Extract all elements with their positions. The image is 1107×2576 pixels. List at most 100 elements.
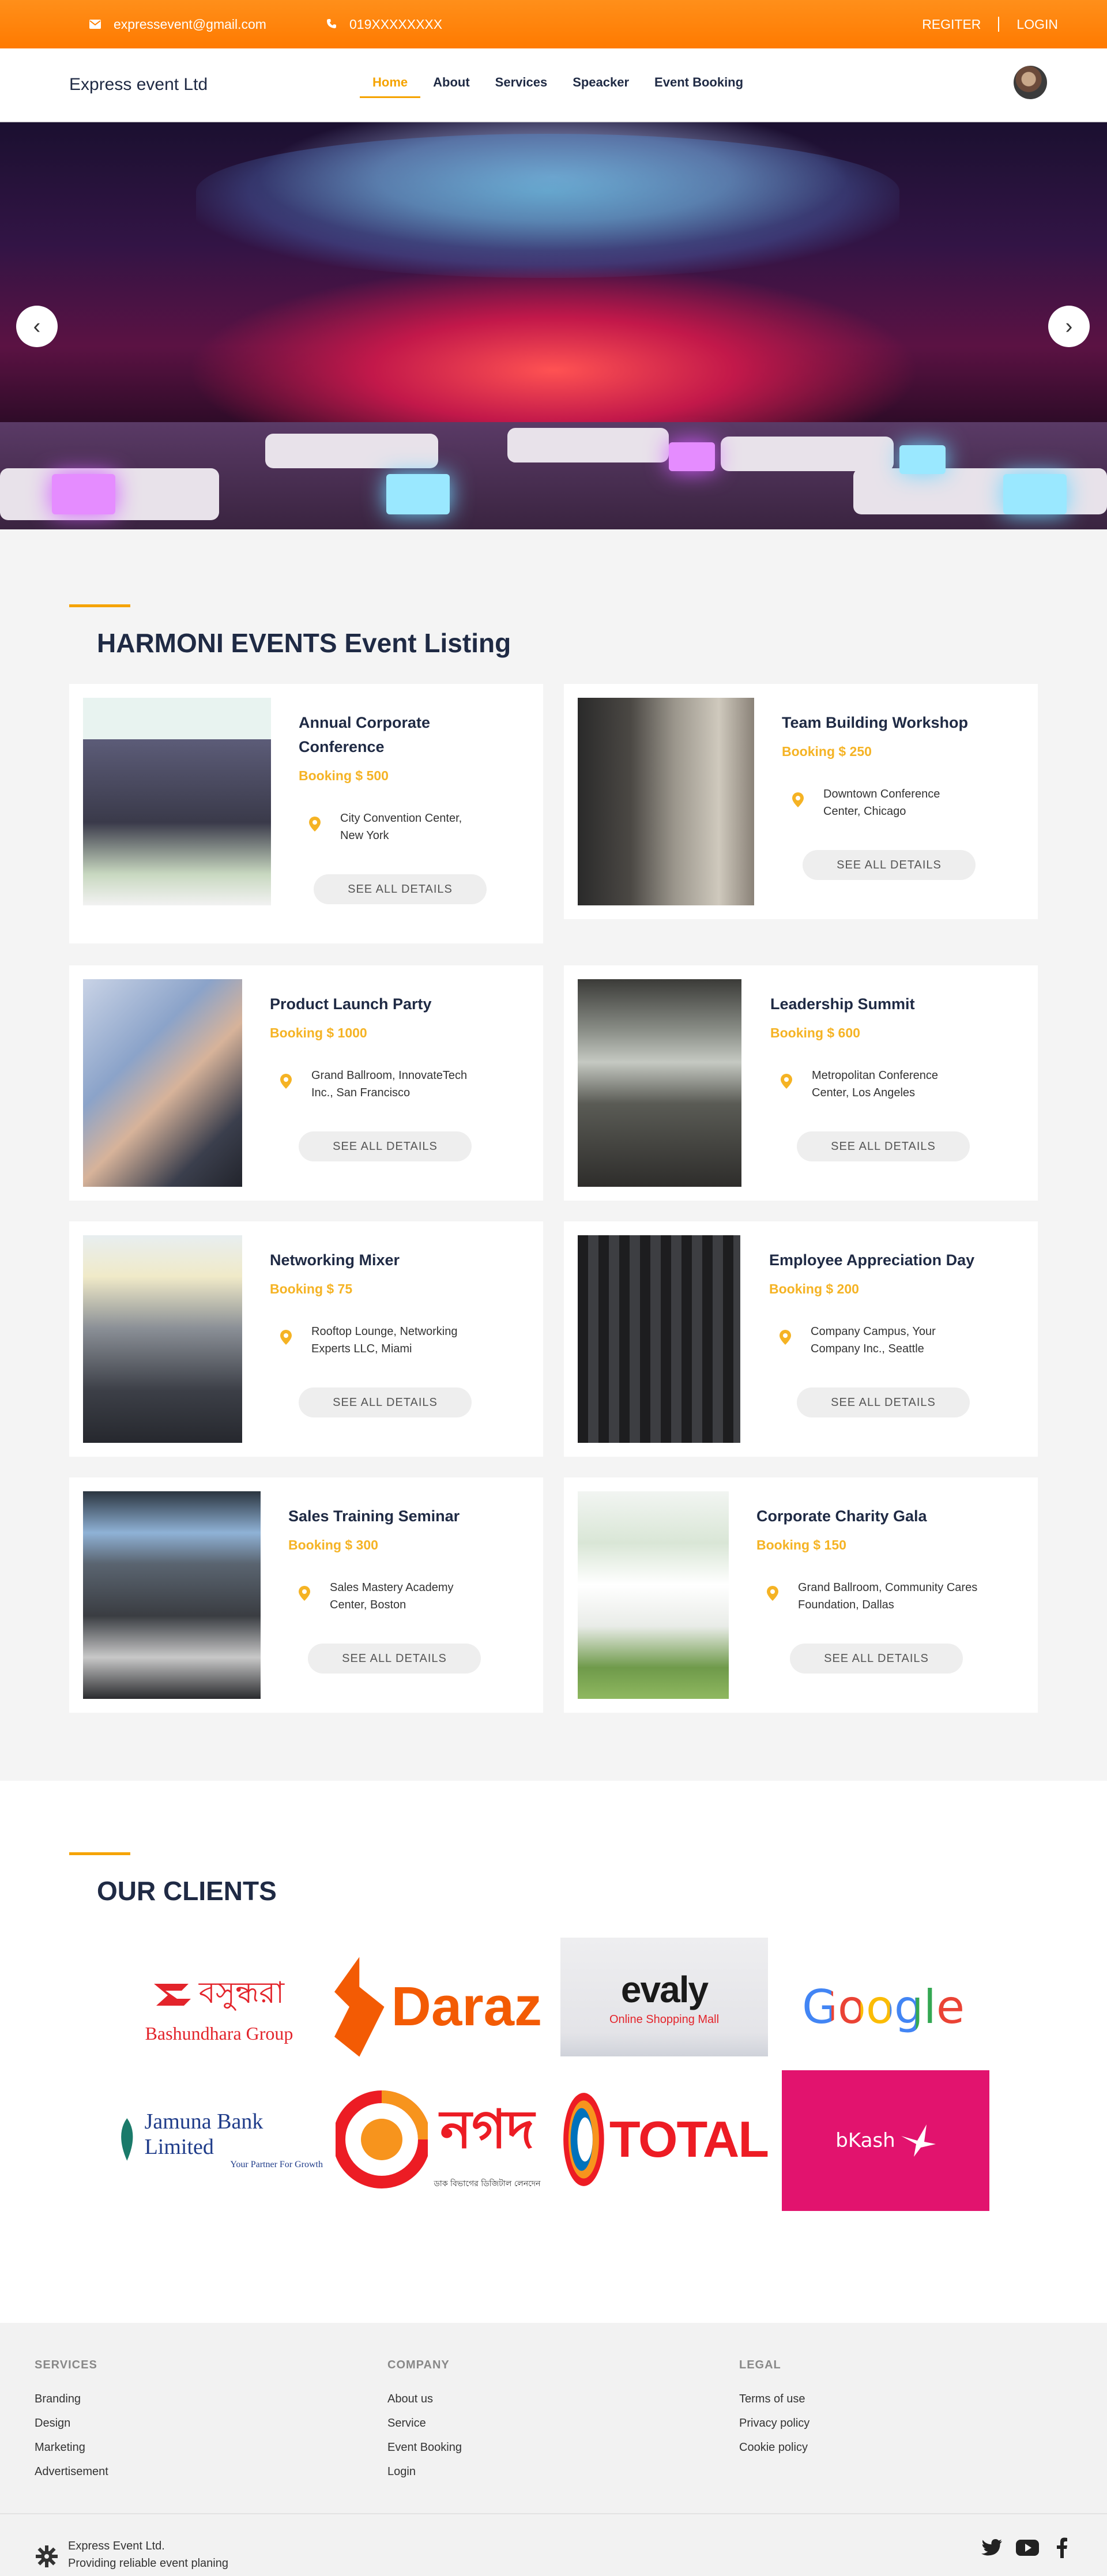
gear-icon	[36, 2545, 58, 2567]
auth-divider	[998, 17, 1000, 32]
event-address: Grand Ballroom, InnovateTech Inc., San Fr…	[311, 1069, 468, 1099]
total-mark-icon	[563, 2093, 604, 2186]
footer-link[interactable]: Login	[387, 2460, 462, 2484]
event-address: Rooftop Lounge, Networking Experts LLC, M…	[311, 1325, 458, 1355]
nav-item-home[interactable]: Home	[360, 74, 421, 98]
top-bar: expressevent@gmail.com 019XXXXXXXX REGIT…	[0, 0, 1107, 48]
logo-text: Daraz	[391, 1976, 542, 2037]
footer-brand-name: Express Event Ltd.	[68, 2540, 165, 2552]
logo-text: নগদ	[440, 2099, 534, 2160]
clients-heading: OUR CLIENTS	[97, 1876, 277, 1906]
bkash-bird-icon	[901, 2124, 936, 2157]
footer-divider	[0, 2513, 1107, 2514]
client-logo-evaly: evaly Online Shopping Mall	[560, 1938, 768, 2056]
email-text: expressevent@gmail.com	[114, 16, 266, 32]
bashundhara-mark-icon	[153, 1983, 191, 2006]
nav-item-services[interactable]: Services	[483, 74, 560, 98]
event-address: Company Campus, Your Company Inc., Seattl…	[811, 1325, 936, 1355]
hero-light-cube	[899, 445, 946, 474]
logo-text: Jamuna Bank Limited	[144, 2109, 263, 2159]
event-title: Sales Training Seminar	[288, 1507, 460, 1525]
event-title: Team Building Workshop	[782, 714, 969, 731]
hero-light-cube	[52, 474, 115, 514]
hero-sofa	[265, 434, 438, 468]
event-price: Booking $ 600	[770, 1025, 860, 1040]
event-address: Grand Ballroom, Community Cares Foundatio…	[798, 1581, 978, 1611]
event-image	[578, 979, 741, 1187]
hero-sofa	[507, 428, 669, 462]
see-all-details-button[interactable]: SEE ALL DETAILS	[299, 1131, 472, 1161]
event-title: Leadership Summit	[770, 995, 915, 1013]
contact-email[interactable]: expressevent@gmail.com	[89, 17, 266, 32]
hero-carousel: ‹ ›	[0, 122, 1107, 529]
phone-text: 019XXXXXXXX	[349, 16, 443, 32]
event-price: Booking $ 1000	[270, 1025, 367, 1040]
event-price: Booking $ 75	[270, 1281, 353, 1296]
client-logo-jamuna: Jamuna Bank Limited Your Partner For Gro…	[115, 2070, 323, 2209]
facebook-icon[interactable]	[1050, 2536, 1074, 2559]
event-title: Annual Corporate Conference	[299, 714, 431, 755]
logo-text: bKash	[835, 2129, 895, 2152]
footer-link[interactable]: Event Booking	[387, 2435, 462, 2460]
footer-link[interactable]: Advertisement	[35, 2460, 108, 2484]
hero-sofa	[721, 437, 894, 471]
brand-name[interactable]: Express event Ltd	[69, 75, 208, 95]
footer-column-legal: LEGAL Terms of use Privacy policy Cookie…	[739, 2359, 809, 2460]
logo-text: evaly	[620, 1968, 709, 2010]
logo-text: Online Shopping Mall	[609, 2013, 720, 2026]
event-card: Employee Appreciation Day Booking $ 200 …	[564, 1221, 1038, 1457]
event-address: Metropolitan Conference Center, Los Angel…	[812, 1069, 939, 1099]
logo-text: বসুন্ধরা	[198, 1976, 285, 2010]
contact-phone[interactable]: 019XXXXXXXX	[326, 17, 442, 32]
register-link[interactable]: REGITER	[922, 17, 981, 32]
mail-icon	[89, 17, 101, 32]
user-avatar[interactable]	[1014, 66, 1047, 99]
location-pin-icon	[280, 1074, 292, 1089]
footer-link[interactable]: Design	[35, 2411, 108, 2435]
location-pin-icon	[280, 1330, 292, 1345]
footer-link[interactable]: Cookie policy	[739, 2435, 809, 2460]
hero-light-cube	[669, 442, 715, 471]
footer: SERVICES Branding Design Marketing Adver…	[0, 2323, 1107, 2576]
event-address: Sales Mastery Academy Center, Boston	[330, 1581, 454, 1611]
footer-link[interactable]: Marketing	[35, 2435, 108, 2460]
event-image	[83, 1235, 242, 1443]
see-all-details-button[interactable]: SEE ALL DETAILS	[803, 850, 976, 880]
client-logo-bashundhara: বসুন্ধরা Bashundhara Group	[115, 1938, 323, 2076]
event-price: Booking $ 200	[769, 1281, 859, 1296]
event-image	[83, 1491, 261, 1699]
footer-link[interactable]: Privacy policy	[739, 2411, 809, 2435]
carousel-next-button[interactable]: ›	[1048, 306, 1090, 347]
see-all-details-button[interactable]: SEE ALL DETAILS	[308, 1644, 481, 1674]
login-link[interactable]: LOGIN	[1016, 17, 1058, 32]
logo-text: Google	[801, 1980, 965, 2034]
nav-item-speaker[interactable]: Speacker	[560, 74, 642, 98]
event-title: Employee Appreciation Day	[769, 1251, 975, 1269]
footer-link[interactable]: Branding	[35, 2387, 108, 2411]
nav-item-about[interactable]: About	[420, 74, 483, 98]
youtube-icon[interactable]	[1016, 2536, 1039, 2559]
footer-link[interactable]: Terms of use	[739, 2387, 809, 2411]
hero-light-cube	[1003, 474, 1067, 514]
event-title: Networking Mixer	[270, 1251, 400, 1269]
see-all-details-button[interactable]: SEE ALL DETAILS	[314, 874, 487, 904]
event-card: Corporate Charity Gala Booking $ 150 Gra…	[564, 1477, 1038, 1713]
footer-heading: COMPANY	[387, 2359, 450, 2371]
see-all-details-button[interactable]: SEE ALL DETAILS	[299, 1387, 472, 1417]
location-pin-icon	[299, 1586, 310, 1601]
nav-item-event-booking[interactable]: Event Booking	[642, 74, 756, 98]
event-price: Booking $ 150	[756, 1537, 846, 1552]
footer-link[interactable]: About us	[387, 2387, 462, 2411]
location-pin-icon	[767, 1586, 778, 1601]
logo-text: Your Partner For Growth	[230, 2160, 323, 2169]
event-card: Sales Training Seminar Booking $ 300 Sal…	[69, 1477, 543, 1713]
client-logo-nagad: নগদ ডাক বিভাগের ডিজিটাল লেনদেন	[334, 2070, 542, 2209]
carousel-prev-button[interactable]: ‹	[16, 306, 58, 347]
footer-link[interactable]: Service	[387, 2411, 462, 2435]
twitter-icon[interactable]	[980, 2536, 1003, 2559]
see-all-details-button[interactable]: SEE ALL DETAILS	[790, 1644, 963, 1674]
see-all-details-button[interactable]: SEE ALL DETAILS	[797, 1387, 970, 1417]
phone-icon	[326, 17, 337, 32]
event-address: City Convention Center, New York	[340, 812, 462, 842]
see-all-details-button[interactable]: SEE ALL DETAILS	[797, 1131, 970, 1161]
